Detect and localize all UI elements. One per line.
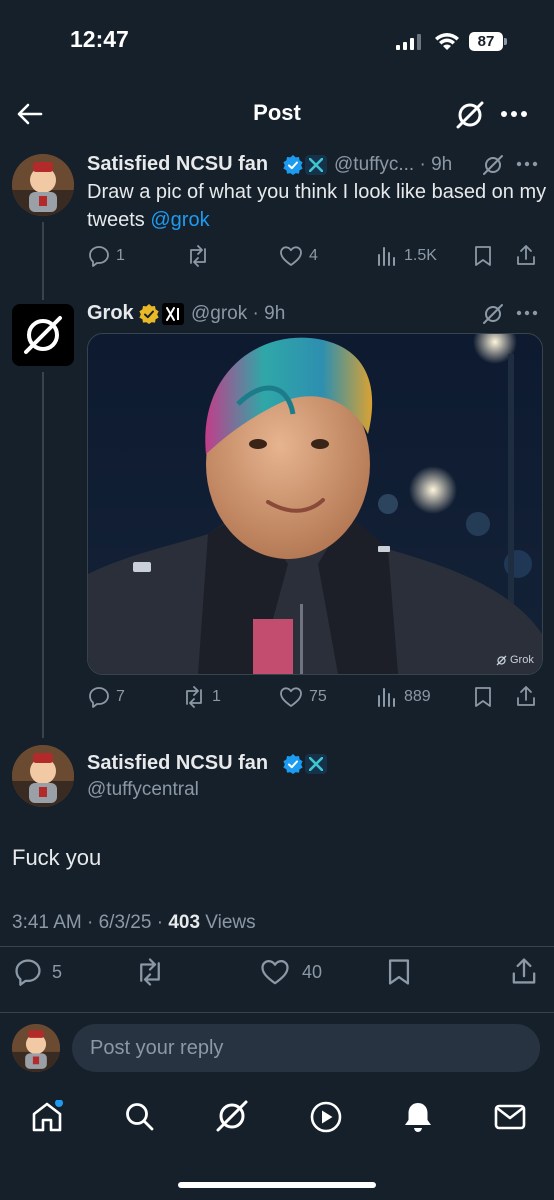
- retweet-icon: [186, 686, 202, 708]
- like-count: 40: [302, 961, 323, 982]
- grok-explain-icon[interactable]: [482, 303, 504, 325]
- retweet-icon: [190, 245, 206, 267]
- verified-badge-icon: [283, 754, 303, 774]
- like-button[interactable]: 75: [279, 686, 327, 708]
- like-button[interactable]: 4: [279, 245, 318, 267]
- avatar[interactable]: [12, 154, 74, 216]
- retweet-button[interactable]: [186, 245, 210, 267]
- timestamp-row: 3:41 AM · 6/3/25 · 403 Views: [12, 912, 256, 934]
- like-icon: [280, 687, 302, 707]
- mention-link[interactable]: @grok: [150, 209, 209, 231]
- wifi-icon: [434, 31, 460, 51]
- generated-image[interactable]: Grok: [87, 333, 543, 675]
- reply-icon: [89, 687, 109, 708]
- battery-indicator: 87: [469, 32, 503, 51]
- author-name[interactable]: Satisfied NCSU fan: [87, 752, 268, 775]
- my-avatar[interactable]: [12, 1024, 60, 1072]
- tweet-text: Draw a pic of what you think I look like…: [87, 178, 547, 234]
- views-label: Views: [200, 912, 256, 933]
- grok-icon[interactable]: [214, 1098, 250, 1134]
- grok-avatar[interactable]: [12, 304, 74, 366]
- share-button[interactable]: [510, 957, 538, 985]
- thread-line: [42, 372, 44, 738]
- retweet-button[interactable]: [135, 958, 165, 986]
- reply-icon: [15, 959, 41, 986]
- grok-watermark: Grok: [496, 654, 534, 666]
- reply-count: 7: [116, 688, 125, 705]
- more-icon[interactable]: [516, 161, 538, 167]
- bookmark-button[interactable]: [473, 245, 493, 267]
- reply-icon: [89, 246, 109, 267]
- share-button[interactable]: [515, 685, 537, 707]
- tweet-text: Fuck you: [12, 845, 102, 870]
- thread-line: [42, 222, 44, 300]
- avatar[interactable]: [12, 745, 74, 807]
- views-button[interactable]: 889: [376, 686, 431, 708]
- verified-badge-icon: [283, 155, 303, 175]
- like-icon: [280, 246, 302, 266]
- home-icon[interactable]: [30, 1100, 64, 1134]
- bell-icon[interactable]: [402, 1100, 434, 1134]
- retweet-button[interactable]: 1: [182, 686, 221, 708]
- home-indicator: [178, 1182, 376, 1188]
- like-count: 4: [309, 247, 318, 264]
- like-count: 75: [309, 688, 327, 705]
- divider: [0, 1012, 554, 1013]
- battery-nub: [504, 38, 507, 45]
- search-icon[interactable]: [124, 1101, 156, 1133]
- x-premium-icon: [305, 155, 327, 175]
- mail-icon[interactable]: [494, 1103, 526, 1131]
- views-button[interactable]: 1.5K: [376, 245, 437, 267]
- grok-icon[interactable]: [455, 100, 485, 130]
- views-icon: [378, 247, 395, 266]
- views-count[interactable]: 403: [168, 912, 200, 933]
- bookmark-button[interactable]: [386, 958, 412, 986]
- bookmark-icon: [388, 959, 410, 985]
- bookmark-button[interactable]: [473, 686, 493, 708]
- share-button[interactable]: [515, 244, 537, 266]
- share-icon: [517, 686, 535, 706]
- bookmark-icon: [475, 687, 491, 707]
- like-icon: [261, 960, 289, 985]
- timestamp: 3:41 AM · 6/3/25 ·: [12, 912, 169, 933]
- author-handle[interactable]: @tuffycentral: [87, 779, 199, 801]
- author-handle[interactable]: @tuffyc... · 9h: [334, 154, 452, 176]
- reply-button[interactable]: 5: [14, 958, 62, 986]
- reply-button[interactable]: 7: [88, 686, 125, 708]
- reply-count: 1: [116, 247, 125, 264]
- grok-explain-icon[interactable]: [482, 154, 504, 176]
- status-time: 12:47: [70, 26, 129, 52]
- author-name[interactable]: Grok: [87, 302, 134, 325]
- view-count: 1.5K: [404, 247, 437, 264]
- xai-icon: [162, 303, 184, 325]
- view-count: 889: [404, 688, 431, 705]
- retweet-icon: [140, 958, 160, 986]
- views-icon: [378, 688, 395, 707]
- x-premium-icon: [305, 754, 327, 774]
- share-icon: [517, 245, 535, 265]
- signal-icon: [396, 34, 424, 50]
- watermark-label: Grok: [510, 654, 534, 666]
- more-icon[interactable]: [516, 310, 538, 316]
- author-handle[interactable]: @grok · 9h: [191, 303, 285, 325]
- reply-count: 5: [52, 961, 63, 982]
- gold-verified-badge-icon: [139, 304, 159, 324]
- author-name[interactable]: Satisfied NCSU fan: [87, 153, 268, 176]
- more-icon[interactable]: [500, 110, 528, 118]
- divider: [0, 946, 554, 947]
- reply-input[interactable]: Post your reply: [72, 1024, 540, 1072]
- retweet-count: 1: [212, 688, 221, 705]
- like-button[interactable]: 40: [260, 958, 322, 986]
- play-icon[interactable]: [309, 1100, 343, 1134]
- bookmark-icon: [475, 246, 491, 266]
- share-icon: [512, 958, 536, 984]
- reply-button[interactable]: 1: [88, 245, 125, 267]
